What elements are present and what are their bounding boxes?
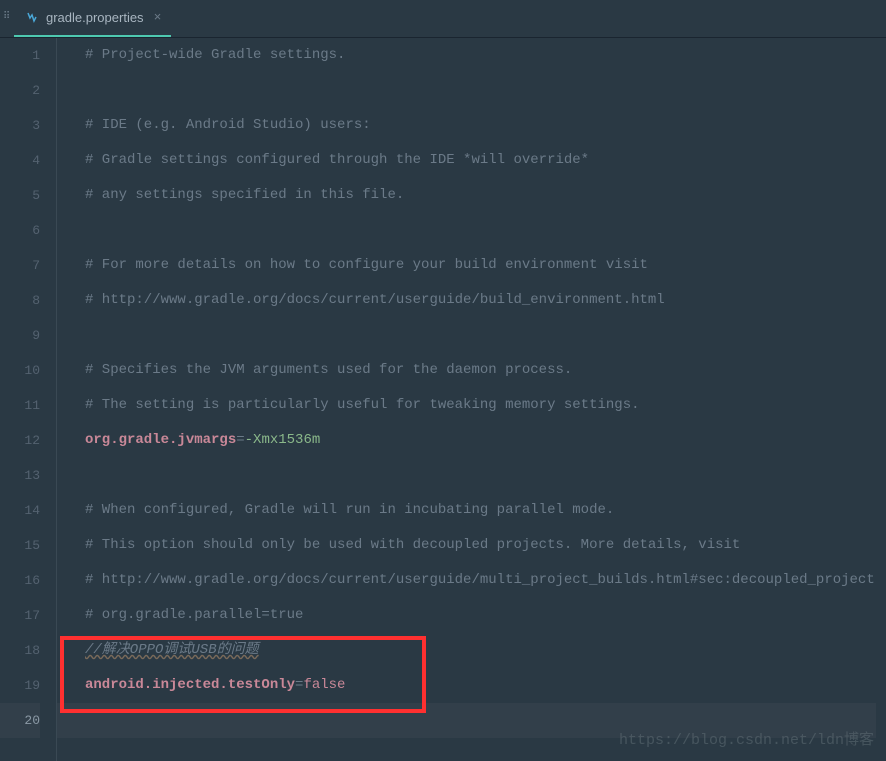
line-number: 14 (0, 493, 40, 528)
code-line[interactable]: //解决OPPO调试USB的问题 (57, 633, 886, 668)
close-icon[interactable]: × (154, 10, 162, 25)
code-line[interactable]: # Gradle settings configured through the… (57, 143, 886, 178)
code-line[interactable] (57, 213, 886, 248)
code-line[interactable]: # http://www.gradle.org/docs/current/use… (57, 283, 886, 318)
code-line[interactable]: # any settings specified in this file. (57, 178, 886, 213)
scrollbar[interactable] (876, 38, 886, 761)
line-number: 1 (0, 38, 40, 73)
code-area[interactable]: # Project-wide Gradle settings. # IDE (e.… (56, 38, 886, 761)
code-token: # http://www.gradle.org/docs/current/use… (85, 292, 665, 308)
drag-handle-icon[interactable]: ⠿ (3, 7, 11, 27)
code-line[interactable]: # http://www.gradle.org/docs/current/use… (57, 563, 886, 598)
line-number: 10 (0, 353, 40, 388)
code-line[interactable]: # Project-wide Gradle settings. (57, 38, 886, 73)
code-token: # IDE (e.g. Android Studio) users: (85, 117, 371, 133)
code-token: # http://www.gradle.org/docs/current/use… (85, 572, 883, 588)
code-token: //解决OPPO调试USB的问题 (85, 642, 259, 658)
line-number: 13 (0, 458, 40, 493)
line-number: 8 (0, 283, 40, 318)
code-line[interactable]: # For more details on how to configure y… (57, 248, 886, 283)
code-line[interactable]: # Specifies the JVM arguments used for t… (57, 353, 886, 388)
line-gutter: 1234567891011121314151617181920 (0, 38, 56, 761)
code-line[interactable]: # IDE (e.g. Android Studio) users: (57, 108, 886, 143)
watermark-text: https://blog.csdn.net/ldn博客 (619, 728, 874, 749)
code-token: false (303, 677, 345, 693)
code-token: # org.gradle.parallel=true (85, 607, 303, 623)
code-token: # Specifies the JVM arguments used for t… (85, 362, 572, 378)
line-number: 4 (0, 143, 40, 178)
line-number: 11 (0, 388, 40, 423)
code-line[interactable]: # The setting is particularly useful for… (57, 388, 886, 423)
line-number: 15 (0, 528, 40, 563)
code-line[interactable]: # When configured, Gradle will run in in… (57, 493, 886, 528)
tab-label: gradle.properties (46, 10, 144, 25)
code-token: org.gradle.jvmargs (85, 432, 236, 448)
line-number: 3 (0, 108, 40, 143)
code-token: = (236, 432, 244, 448)
code-line[interactable] (57, 73, 886, 108)
code-token: # The setting is particularly useful for… (85, 397, 640, 413)
code-token: # This option should only be used with d… (85, 537, 740, 553)
code-line[interactable] (57, 318, 886, 353)
file-icon (24, 10, 40, 26)
line-number: 16 (0, 563, 40, 598)
code-token: # any settings specified in this file. (85, 187, 404, 203)
code-line[interactable] (57, 458, 886, 493)
editor-area: 1234567891011121314151617181920 # Projec… (0, 38, 886, 761)
line-number: 18 (0, 633, 40, 668)
code-token: # When configured, Gradle will run in in… (85, 502, 614, 518)
line-number: 20 (0, 703, 40, 738)
code-token: # For more details on how to configure y… (85, 257, 648, 273)
line-number: 9 (0, 318, 40, 353)
line-number: 7 (0, 248, 40, 283)
code-token: android.injected.testOnly (85, 677, 295, 693)
code-token: # Project-wide Gradle settings. (85, 47, 345, 63)
line-number: 19 (0, 668, 40, 703)
code-token: -Xmx1536m (245, 432, 321, 448)
line-number: 2 (0, 73, 40, 108)
code-line[interactable]: org.gradle.jvmargs=-Xmx1536m (57, 423, 886, 458)
line-number: 17 (0, 598, 40, 633)
code-line[interactable]: # org.gradle.parallel=true (57, 598, 886, 633)
tab-gradle-properties[interactable]: gradle.properties × (14, 1, 171, 37)
line-number: 5 (0, 178, 40, 213)
code-line[interactable]: android.injected.testOnly=false (57, 668, 886, 703)
code-line[interactable]: # This option should only be used with d… (57, 528, 886, 563)
line-number: 6 (0, 213, 40, 248)
tab-strip: ⠿ gradle.properties × (0, 1, 171, 37)
code-token: # Gradle settings configured through the… (85, 152, 589, 168)
tab-bar: ⠿ gradle.properties × (0, 0, 886, 38)
line-number: 12 (0, 423, 40, 458)
